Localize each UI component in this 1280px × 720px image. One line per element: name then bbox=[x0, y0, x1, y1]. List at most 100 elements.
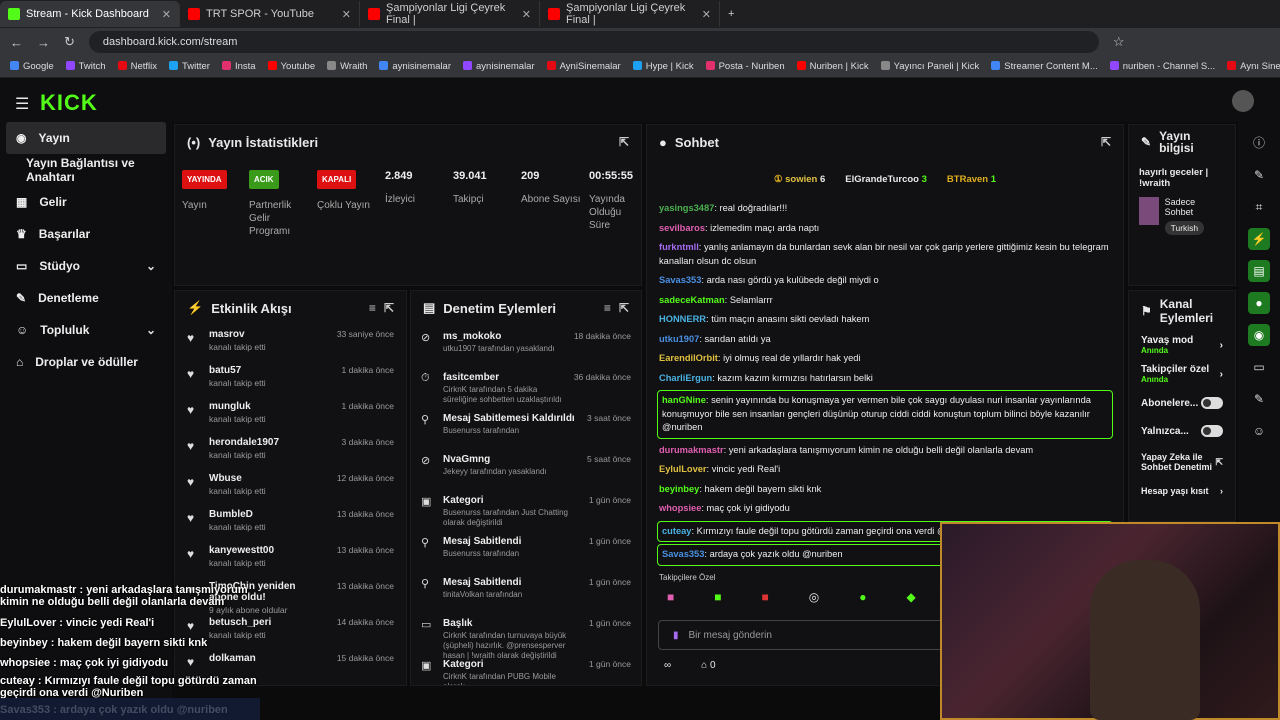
close-icon[interactable]: ✕ bbox=[702, 8, 711, 21]
bolt-icon[interactable]: ⚡ bbox=[1248, 228, 1270, 250]
followers-only-toggle[interactable]: Takipçiler özel Anında › bbox=[1129, 359, 1235, 389]
people-icon[interactable]: ☺ bbox=[1248, 420, 1270, 442]
sidebar-item-basarilar[interactable]: ♛ Başarılar bbox=[0, 218, 172, 250]
chat-message[interactable]: sadeceKatman: Selamlarrr bbox=[647, 291, 1123, 311]
bookmark-item[interactable]: Aynı Sinemalar - Ça... bbox=[1227, 61, 1280, 72]
sidebar-item-baglanti[interactable]: Yayın Bağlantısı ve Anahtarı bbox=[0, 154, 172, 186]
expand-icon[interactable]: ⇱ bbox=[384, 301, 394, 315]
expand-icon[interactable]: ⇱ bbox=[1101, 135, 1111, 149]
sidebar-item-topluluk[interactable]: ☺ Topluluk ⌄ bbox=[0, 314, 172, 346]
bookmark-item[interactable]: Wraith bbox=[327, 61, 367, 72]
close-icon[interactable]: ✕ bbox=[162, 8, 171, 21]
chat-username[interactable]: sevilbaros bbox=[659, 223, 705, 233]
chat-message[interactable]: sevilbaros: izlemedim maçı arda naptı bbox=[647, 219, 1123, 239]
bookmark-item[interactable]: Youtube bbox=[267, 61, 315, 72]
tab-sampiyonlar-2[interactable]: Şampiyonlar Ligi Çeyrek Final | ✕ bbox=[540, 1, 720, 27]
tag-badge[interactable]: Turkish bbox=[1164, 221, 1205, 235]
chat-username[interactable]: EylulLover bbox=[659, 464, 707, 474]
chat-username[interactable]: durumakmastr bbox=[659, 445, 724, 455]
bookmark-item[interactable]: Nuriben | Kick bbox=[796, 61, 869, 72]
bookmark-item[interactable]: Hype | Kick bbox=[632, 61, 694, 72]
url-field[interactable]: dashboard.kick.com/stream bbox=[88, 31, 1099, 53]
kick-logo[interactable]: KICK bbox=[40, 90, 98, 116]
emote-icon[interactable]: ■ bbox=[667, 590, 674, 604]
slow-mode-toggle[interactable]: Yavaş mod Anında › bbox=[1129, 331, 1235, 359]
tab-kick-dashboard[interactable]: Stream - Kick Dashboard ✕ bbox=[0, 1, 180, 27]
chat-username[interactable]: Savas353 bbox=[662, 549, 704, 559]
chat-message[interactable]: beyinbey: hakem değil bayern sikti knk bbox=[647, 480, 1123, 500]
ai-moderation-link[interactable]: Yapay Zeka ile Sohbet Denetimi ⇱ bbox=[1129, 445, 1235, 479]
account-age-link[interactable]: Hesap yaşı kısıt › bbox=[1129, 479, 1235, 503]
expand-icon[interactable]: ⇱ bbox=[619, 301, 629, 315]
forward-icon[interactable]: → bbox=[37, 35, 50, 50]
emote-icon[interactable]: ◎ bbox=[809, 590, 819, 604]
only-toggle[interactable] bbox=[1201, 425, 1223, 437]
chat-username[interactable]: hanGNine bbox=[662, 395, 706, 405]
sidebar-item-droplar[interactable]: ⌂ Droplar ve ödüller bbox=[0, 346, 172, 378]
gift-icon[interactable]: ⌂ 0 bbox=[701, 660, 715, 671]
sidebar-item-yayin[interactable]: ◉ Yayın bbox=[6, 122, 166, 154]
edit-icon[interactable]: ✎ bbox=[1248, 164, 1270, 186]
bookmark-item[interactable]: Streamer Content M... bbox=[991, 61, 1098, 72]
chat-username[interactable]: beyinbey bbox=[659, 484, 699, 494]
tab-sampiyonlar-1[interactable]: Şampiyonlar Ligi Çeyrek Final | ✕ bbox=[360, 1, 540, 27]
studio-icon[interactable]: ▭ bbox=[1248, 356, 1270, 378]
chat-message[interactable]: EylulLover: vincic yedi Real'i bbox=[647, 460, 1123, 480]
bookmark-item[interactable]: nuriben - Channel S... bbox=[1109, 61, 1215, 72]
back-icon[interactable]: ← bbox=[10, 35, 23, 50]
close-icon[interactable]: ✕ bbox=[522, 8, 531, 21]
emote-icon[interactable]: ● bbox=[859, 590, 866, 604]
sidebar-item-studyo[interactable]: ▭ Stüdyo ⌄ bbox=[0, 250, 172, 282]
bookmark-item[interactable]: Yayıncı Paneli | Kick bbox=[880, 61, 979, 72]
chat-username[interactable]: cuteay bbox=[662, 526, 691, 536]
star-icon[interactable]: ☆ bbox=[1113, 34, 1125, 50]
chat-message[interactable]: Savas353: arda nası gördü ya kulübede de… bbox=[647, 271, 1123, 291]
chat-message[interactable]: durumakmastr: yeni arkadaşlara tanışmıyo… bbox=[647, 441, 1123, 461]
chat-username[interactable]: whopsiee bbox=[659, 503, 701, 513]
chat-message[interactable]: EarendilOrbit: iyi olmuş real de yıllard… bbox=[647, 349, 1123, 369]
sidebar-item-denetleme[interactable]: ✎ Denetleme bbox=[0, 282, 172, 314]
subs-only-toggle[interactable] bbox=[1201, 397, 1223, 409]
emote-icon[interactable]: ◆ bbox=[906, 590, 915, 604]
filter-icon[interactable]: ≡ bbox=[604, 301, 611, 315]
bookmark-item[interactable]: aynisinemalar bbox=[379, 61, 451, 72]
chat-username[interactable]: furkntmll bbox=[659, 242, 699, 252]
filter-icon[interactable]: ≡ bbox=[369, 301, 376, 315]
expand-icon[interactable]: ⇱ bbox=[619, 135, 629, 149]
chat-username[interactable]: CharliErgun bbox=[659, 373, 712, 383]
chat-message[interactable]: furkntmll: yanlış anlamayın da bunlardan… bbox=[647, 238, 1123, 271]
emote-icon[interactable]: ■ bbox=[762, 590, 769, 604]
chat-username[interactable]: Savas353 bbox=[659, 275, 701, 285]
sidebar-item-gelir[interactable]: ▦ Gelir bbox=[0, 186, 172, 218]
bookmark-item[interactable]: Google bbox=[10, 61, 54, 72]
chat-message[interactable]: hanGNine: senin yayınında bu konuşmaya y… bbox=[657, 390, 1113, 439]
chat-username[interactable]: utku1907 bbox=[659, 334, 699, 344]
bookmark-item[interactable]: Netflix bbox=[117, 61, 157, 72]
bookmark-item[interactable]: Posta - Nuriben bbox=[705, 61, 785, 72]
reload-icon[interactable]: ↻ bbox=[64, 34, 75, 50]
bookmark-item[interactable]: Twitter bbox=[168, 61, 210, 72]
info-icon[interactable]: ⓘ bbox=[1248, 132, 1270, 154]
tab-trt-spor[interactable]: TRT SPOR - YouTube ✕ bbox=[180, 1, 360, 27]
wrench-icon[interactable]: ✎ bbox=[1248, 388, 1270, 410]
menu-icon[interactable]: ☰ bbox=[15, 94, 29, 114]
emote-icon[interactable]: ■ bbox=[714, 590, 721, 604]
bookmark-item[interactable]: AyniSinemalar bbox=[546, 61, 621, 72]
chat-message[interactable]: HONNERR: tüm maçın anasını sikti oevladı… bbox=[647, 310, 1123, 330]
new-tab-button[interactable]: + bbox=[720, 1, 750, 27]
chat-username[interactable]: yasings3487 bbox=[659, 203, 714, 213]
avatar[interactable] bbox=[1232, 90, 1254, 112]
chat-message[interactable]: yasings3487: real doğradılar!!! bbox=[647, 199, 1123, 219]
close-icon[interactable]: ✕ bbox=[342, 8, 351, 21]
document-icon[interactable]: ▤ bbox=[1248, 260, 1270, 282]
chat-message[interactable]: utku1907: sarıdan atıldı ya bbox=[647, 330, 1123, 350]
bookmark-item[interactable]: Insta bbox=[221, 61, 256, 72]
chat-message[interactable]: whopsiee: maç çok iyi gidiyodu bbox=[647, 499, 1123, 519]
chat-message[interactable]: CharliErgun: kazım kazım kırmızısı hatır… bbox=[647, 369, 1123, 389]
infinity-icon[interactable]: ∞ bbox=[664, 660, 671, 671]
bookmark-item[interactable]: aynisinemalar bbox=[463, 61, 535, 72]
chat-username[interactable]: EarendilOrbit bbox=[659, 353, 718, 363]
chat-username[interactable]: HONNERR bbox=[659, 314, 706, 324]
crop-icon[interactable]: ⌗ bbox=[1248, 196, 1270, 218]
signal-icon[interactable]: ◉ bbox=[1248, 324, 1270, 346]
